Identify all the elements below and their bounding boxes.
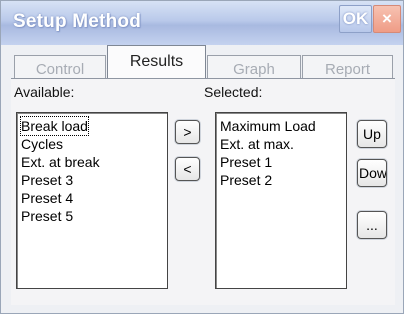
up-button[interactable]: Up [357,120,387,148]
add-button[interactable]: > [175,120,200,144]
window-title: Setup Method [13,11,141,32]
list-item[interactable]: Break load [20,116,89,136]
list-item[interactable]: Cycles [21,135,63,153]
title-bar: Setup Method OK × [1,1,403,45]
list-item[interactable]: Preset 4 [21,189,73,207]
list-item[interactable]: Ext. at max. [220,135,294,153]
more-button[interactable]: ... [357,211,387,239]
results-panel: Available: Selected: Break load Cycles E… [11,79,395,305]
close-icon[interactable]: × [373,5,401,33]
available-list[interactable]: Break load Cycles Ext. at break Preset 3… [16,112,168,289]
selected-list[interactable]: Maximum Load Ext. at max. Preset 1 Prese… [215,112,347,289]
setup-method-window: Setup Method OK × Control Results Graph … [0,0,404,314]
available-label: Available: [14,84,75,100]
list-item[interactable]: Maximum Load [220,117,316,135]
list-item[interactable]: Preset 2 [220,171,272,189]
down-button[interactable]: Dowr [357,159,387,187]
selected-label: Selected: [204,84,263,100]
ok-button[interactable]: OK [339,5,372,33]
list-item[interactable]: Ext. at break [21,153,100,171]
tab-results[interactable]: Results [107,45,206,78]
list-item[interactable]: Preset 3 [21,171,73,189]
list-item[interactable]: Preset 1 [220,153,272,171]
remove-button[interactable]: < [175,157,200,181]
list-item[interactable]: Preset 5 [21,207,73,225]
